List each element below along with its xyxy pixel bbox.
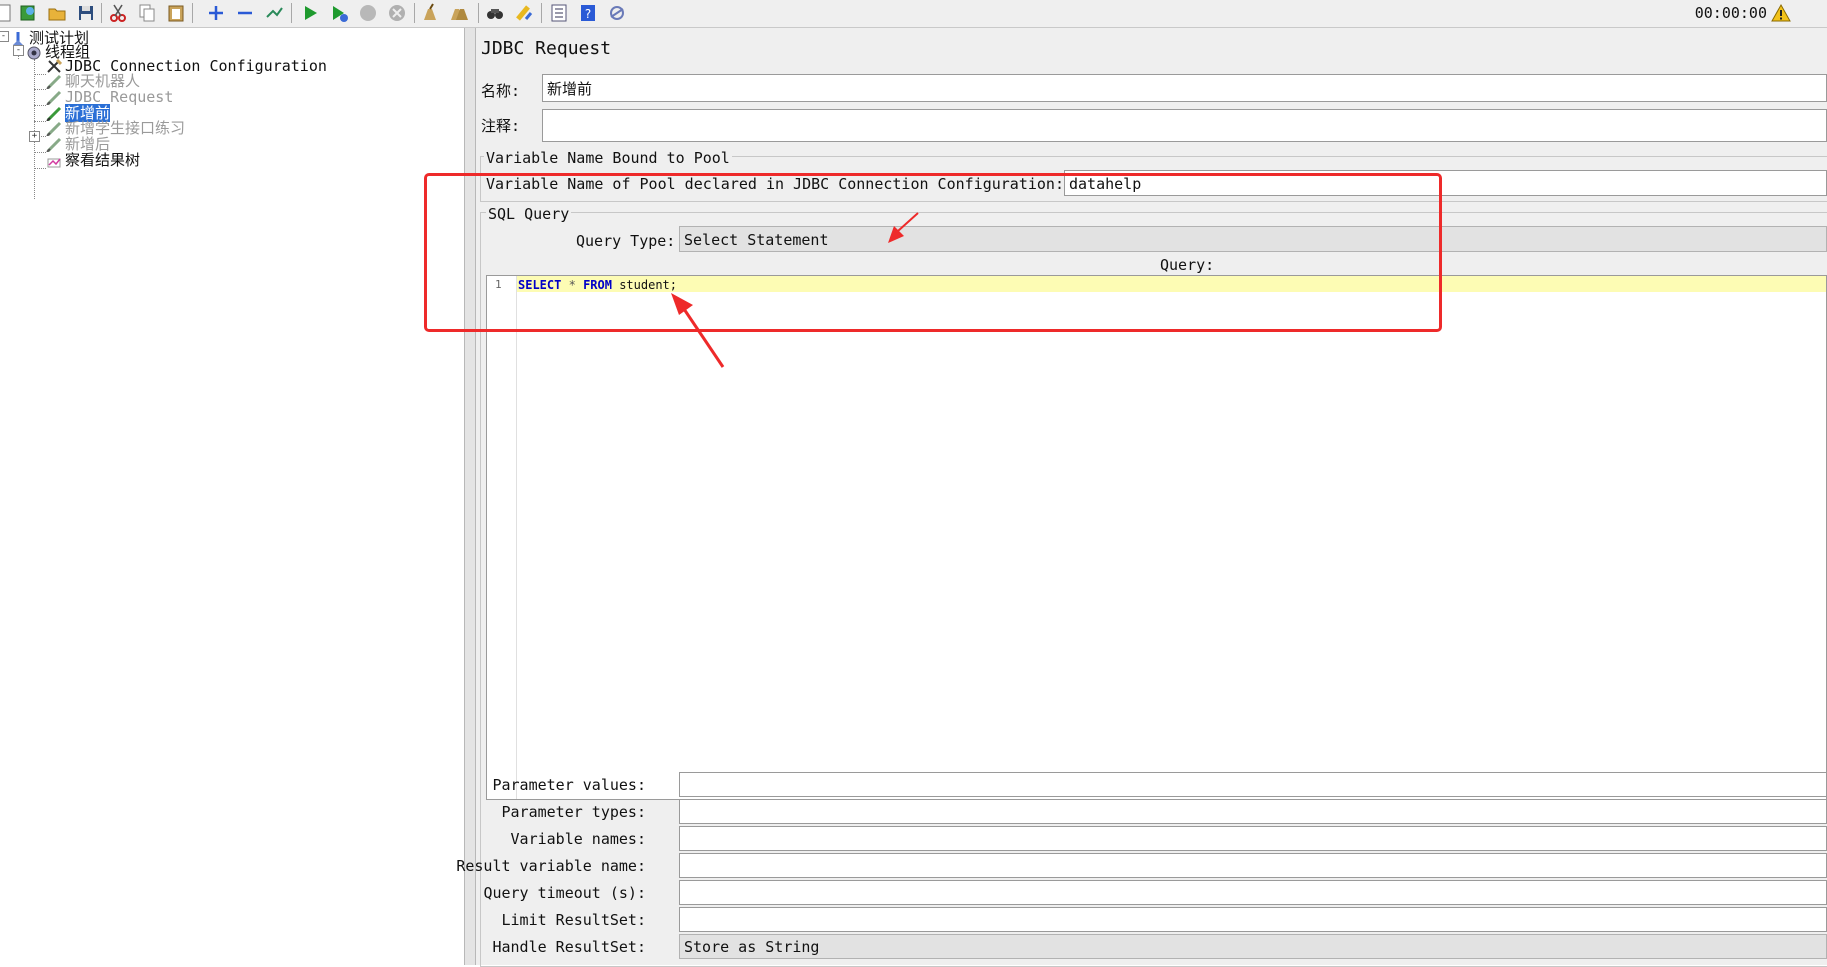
parameter-values-label: Parameter values: <box>492 776 646 794</box>
copy-icon[interactable] <box>137 3 157 23</box>
test-plan-tree: - - + 测试计划 线程组 JDBC Connection Configura… <box>0 28 465 965</box>
start-icon[interactable] <box>300 3 320 23</box>
query-timeout-field[interactable] <box>679 880 1827 905</box>
search-icon[interactable] <box>485 3 505 23</box>
main-toolbar: ? 00:00:00 <box>0 0 1827 28</box>
handle-resultset-label: Handle ResultSet: <box>492 938 646 956</box>
limit-resultset-label: Limit ResultSet: <box>501 911 647 929</box>
sampler-icon <box>46 90 62 105</box>
function-helper-icon[interactable] <box>549 3 569 23</box>
stop-icon[interactable] <box>358 3 378 23</box>
toolbar-separator <box>101 3 102 23</box>
tree-node-label: 察看结果树 <box>65 151 141 169</box>
handle-resultset-select[interactable]: Store as String <box>679 934 1827 959</box>
tree-expander[interactable]: - <box>13 45 24 56</box>
shutdown-icon[interactable] <box>387 3 407 23</box>
help-icon[interactable]: ? <box>578 3 598 23</box>
tree-guide <box>34 59 35 199</box>
result-variable-name-label: Result variable name: <box>456 857 646 875</box>
toolbar-separator <box>192 3 193 23</box>
remote-icon[interactable] <box>607 3 627 23</box>
save-icon[interactable] <box>76 3 96 23</box>
paste-icon[interactable] <box>166 3 186 23</box>
parameter-types-label: Parameter types: <box>501 803 647 821</box>
panel-title: JDBC Request <box>481 38 612 59</box>
comment-label: 注释: <box>481 117 521 135</box>
tree-node-after-add[interactable]: 新增后 <box>46 137 110 152</box>
toolbar-separator <box>541 3 542 23</box>
clear-icon[interactable] <box>420 3 440 23</box>
annotation-highlight-box <box>424 173 1442 332</box>
toggle-icon[interactable] <box>264 3 284 23</box>
sampler-icon <box>46 121 62 136</box>
tree-node-chatbot[interactable]: 聊天机器人 <box>46 74 140 89</box>
limit-resultset-field[interactable] <box>679 907 1827 932</box>
start-no-pause-icon[interactable] <box>329 3 349 23</box>
collapse-icon[interactable] <box>235 3 255 23</box>
tree-guide <box>34 105 46 106</box>
tree-expander[interactable]: - <box>0 31 9 42</box>
tree-node-add-student-practice[interactable]: 新增学生接口练习 <box>46 121 185 136</box>
line-number-gutter: 1 <box>487 276 517 799</box>
pool-group-title: Variable Name Bound to Pool <box>484 149 732 167</box>
variable-names-field[interactable] <box>679 826 1827 851</box>
query-timeout-label: Query timeout (s): <box>483 884 646 902</box>
listener-icon <box>46 153 62 168</box>
tree-guide <box>34 74 46 75</box>
toolbar-separator <box>414 3 415 23</box>
pane-splitter[interactable] <box>465 28 476 965</box>
parameter-types-field[interactable] <box>679 799 1827 824</box>
reset-search-icon[interactable] <box>514 3 534 23</box>
toolbar-separator <box>478 3 479 23</box>
sql-query-editor[interactable]: 1 SELECT * FROM student; <box>486 275 1827 800</box>
toolbar-separator <box>291 3 292 23</box>
tree-node-jdbc-request[interactable]: JDBC Request <box>46 90 173 105</box>
name-field[interactable]: 新增前 <box>542 74 1827 102</box>
sampler-icon <box>46 106 62 121</box>
sampler-icon <box>46 74 62 89</box>
result-variable-name-field[interactable] <box>679 853 1827 878</box>
clear-all-icon[interactable] <box>449 3 469 23</box>
name-label: 名称: <box>481 82 521 100</box>
variable-names-label: Variable names: <box>510 830 646 848</box>
sampler-icon <box>46 137 62 152</box>
new-icon[interactable] <box>0 3 14 23</box>
cut-icon[interactable] <box>108 3 128 23</box>
templates-icon[interactable] <box>18 3 38 23</box>
comment-field[interactable] <box>542 109 1827 142</box>
jdbc-request-panel: JDBC Request 名称: 新增前 注释: Variable Name B… <box>456 28 1827 967</box>
elapsed-timer: 00:00:00 <box>1694 4 1767 22</box>
parameter-values-field[interactable] <box>679 772 1827 797</box>
tree-guide <box>34 89 46 90</box>
svg-text:?: ? <box>585 7 591 21</box>
test-plan-icon <box>10 31 26 46</box>
tree-guide <box>34 121 46 122</box>
tree-guide <box>34 168 46 169</box>
tree-node-view-results-tree[interactable]: 察看结果树 <box>46 153 140 168</box>
thread-group-icon <box>26 45 42 60</box>
open-icon[interactable] <box>47 3 67 23</box>
tree-expander[interactable]: + <box>29 131 40 142</box>
warning-icon[interactable] <box>1771 3 1791 23</box>
tree-guide <box>34 152 46 153</box>
expand-icon[interactable] <box>206 3 226 23</box>
config-element-icon <box>46 59 62 74</box>
